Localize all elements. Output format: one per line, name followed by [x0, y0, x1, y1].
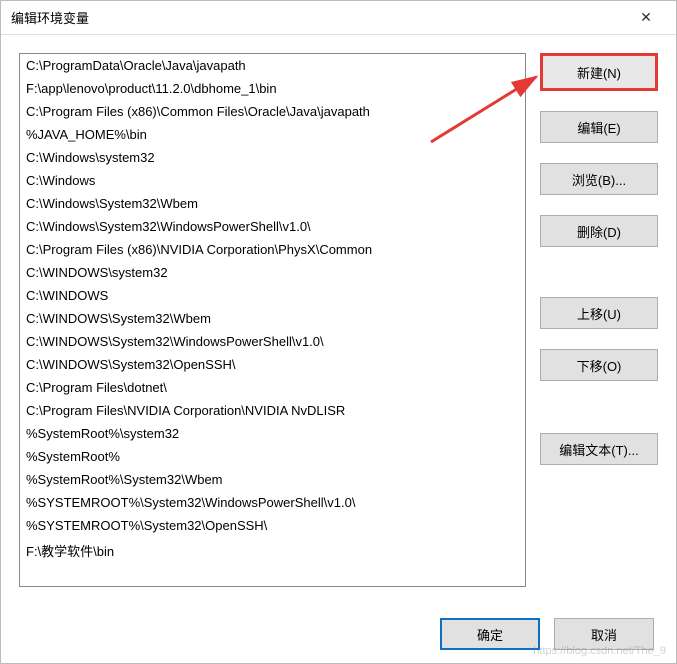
- dialog-footer: 确定 取消: [1, 605, 676, 663]
- delete-button[interactable]: 删除(D): [540, 215, 658, 247]
- list-item[interactable]: %SystemRoot%\system32: [20, 422, 525, 445]
- move-up-button[interactable]: 上移(U): [540, 297, 658, 329]
- move-down-button[interactable]: 下移(O): [540, 349, 658, 381]
- list-item[interactable]: C:\Windows\System32\Wbem: [20, 192, 525, 215]
- titlebar: 编辑环境变量 ✕: [1, 1, 676, 35]
- dialog-window: 编辑环境变量 ✕ C:\ProgramData\Oracle\Java\java…: [0, 0, 677, 664]
- list-item[interactable]: F:\app\lenovo\product\11.2.0\dbhome_1\bi…: [20, 77, 525, 100]
- list-item[interactable]: %SystemRoot%: [20, 445, 525, 468]
- list-item[interactable]: C:\WINDOWS\System32\OpenSSH\: [20, 353, 525, 376]
- list-item[interactable]: F:\教学软件\bin: [20, 537, 525, 564]
- dialog-title: 编辑环境变量: [11, 8, 626, 27]
- list-item[interactable]: C:\WINDOWS\system32: [20, 261, 525, 284]
- edit-text-button[interactable]: 编辑文本(T)...: [540, 433, 658, 465]
- list-item[interactable]: C:\WINDOWS\System32\Wbem: [20, 307, 525, 330]
- list-item[interactable]: C:\Program Files\dotnet\: [20, 376, 525, 399]
- side-button-column: 新建(N) 编辑(E) 浏览(B)... 删除(D) 上移(U) 下移(O) 编…: [540, 53, 658, 587]
- list-item[interactable]: C:\Program Files\NVIDIA Corporation\NVID…: [20, 399, 525, 422]
- new-button[interactable]: 新建(N): [540, 53, 658, 91]
- close-icon[interactable]: ✕: [626, 1, 666, 34]
- list-item[interactable]: C:\Program Files (x86)\NVIDIA Corporatio…: [20, 238, 525, 261]
- list-item[interactable]: C:\ProgramData\Oracle\Java\javapath: [20, 54, 525, 77]
- list-item[interactable]: %SYSTEMROOT%\System32\OpenSSH\: [20, 514, 525, 537]
- list-item[interactable]: C:\Program Files (x86)\Common Files\Orac…: [20, 100, 525, 123]
- list-item[interactable]: C:\Windows\system32: [20, 146, 525, 169]
- list-item[interactable]: %SYSTEMROOT%\System32\WindowsPowerShell\…: [20, 491, 525, 514]
- cancel-button[interactable]: 取消: [554, 618, 654, 650]
- ok-button[interactable]: 确定: [440, 618, 540, 650]
- path-listbox[interactable]: C:\ProgramData\Oracle\Java\javapathF:\ap…: [19, 53, 526, 587]
- edit-button[interactable]: 编辑(E): [540, 111, 658, 143]
- list-item[interactable]: C:\WINDOWS: [20, 284, 525, 307]
- list-item[interactable]: %JAVA_HOME%\bin: [20, 123, 525, 146]
- list-item[interactable]: C:\Windows\System32\WindowsPowerShell\v1…: [20, 215, 525, 238]
- list-item[interactable]: C:\WINDOWS\System32\WindowsPowerShell\v1…: [20, 330, 525, 353]
- browse-button[interactable]: 浏览(B)...: [540, 163, 658, 195]
- list-item[interactable]: C:\Windows: [20, 169, 525, 192]
- list-item[interactable]: %SystemRoot%\System32\Wbem: [20, 468, 525, 491]
- content-area: C:\ProgramData\Oracle\Java\javapathF:\ap…: [1, 35, 676, 605]
